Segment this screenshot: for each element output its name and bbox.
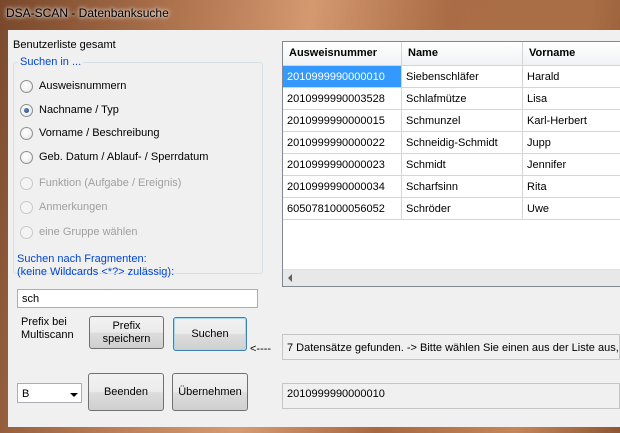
cell-ausweisnummer[interactable]: 2010999990000022 xyxy=(283,132,402,154)
title-bar[interactable]: DSA-SCAN - Datenbanksuche xyxy=(0,0,620,30)
horizontal-scrollbar[interactable] xyxy=(283,269,620,286)
search-input[interactable]: sch xyxy=(17,289,258,308)
radio-vorname-beschreibung-label: Vorname / Beschreibung xyxy=(39,127,160,139)
radio-gruppe-waehlen[interactable]: eine Gruppe wählen xyxy=(20,224,137,240)
cell-ausweisnummer[interactable]: 6050781000056052 xyxy=(283,198,402,220)
search-in-group-title: Suchen in ... xyxy=(18,56,84,68)
table-row[interactable]: 6050781000056052 Schröder Uwe xyxy=(283,198,620,220)
radio-vorname-beschreibung[interactable]: Vorname / Beschreibung xyxy=(20,125,159,141)
cell-name[interactable]: Siebenschläfer xyxy=(402,66,523,88)
table-row[interactable]: 2010999990000034 Scharfsinn Rita xyxy=(283,176,620,198)
table-row[interactable]: 2010999990000015 Schmunzel Karl-Herbert xyxy=(283,110,620,132)
cell-ausweisnummer[interactable]: 2010999990000034 xyxy=(283,176,402,198)
radio-funktion-label: Funktion (Aufgabe / Ereignis) xyxy=(39,177,182,189)
user-list-header: Benutzerliste gesamt xyxy=(13,39,116,51)
radio-nachname-typ[interactable]: Nachname / Typ xyxy=(20,102,119,118)
scroll-left-icon[interactable] xyxy=(288,274,292,282)
wildcards-hint: (keine Wildcards <*?> zulässig): xyxy=(17,266,175,278)
app-window: DSA-SCAN - Datenbanksuche Benutzerliste … xyxy=(0,0,620,433)
cell-name[interactable]: Schneidig-Schmidt xyxy=(402,132,523,154)
cell-vorname[interactable]: Rita xyxy=(523,176,620,198)
status-message: 7 Datensätze gefunden. -> Bitte wählen S… xyxy=(282,334,620,360)
prefix-label-line2: Multiscann xyxy=(21,329,74,341)
cell-name[interactable]: Schröder xyxy=(402,198,523,220)
radio-nachname-typ-label: Nachname / Typ xyxy=(39,104,119,116)
results-grid[interactable]: Ausweisnummer Name Vorname 2010999990000… xyxy=(282,41,620,287)
column-header-vorname[interactable]: Vorname xyxy=(523,42,620,66)
search-button-label: Suchen xyxy=(191,327,229,340)
search-input-value: sch xyxy=(22,293,40,305)
radio-ausweisnummern-label: Ausweisnummern xyxy=(39,80,127,92)
table-row[interactable]: 2010999990000010 Siebenschläfer Harald xyxy=(283,66,620,88)
radio-vorname-beschreibung-indicator[interactable] xyxy=(20,126,33,140)
cell-ausweisnummer[interactable]: 2010999990000023 xyxy=(283,154,402,176)
accept-button[interactable]: Übernehmen xyxy=(172,373,248,411)
dialog-client-area: Benutzerliste gesamt Suchen in ... Auswe… xyxy=(8,30,620,427)
window-title: DSA-SCAN - Datenbanksuche xyxy=(6,6,169,20)
cell-ausweisnummer[interactable]: 2010999990000015 xyxy=(283,110,402,132)
fragments-label: Suchen nach Fragmenten: xyxy=(17,253,147,265)
cell-name[interactable]: Scharfsinn xyxy=(402,176,523,198)
close-button[interactable]: Beenden xyxy=(88,373,164,411)
radio-geb-datum[interactable]: Geb. Datum / Ablauf- / Sperrdatum xyxy=(20,149,208,165)
radio-funktion-indicator[interactable] xyxy=(20,176,33,190)
cell-ausweisnummer[interactable]: 2010999990003528 xyxy=(283,88,402,110)
close-button-label: Beenden xyxy=(103,385,149,398)
accept-button-label: Übernehmen xyxy=(178,385,242,398)
search-button[interactable]: Suchen xyxy=(173,317,247,351)
radio-ausweisnummern-indicator[interactable] xyxy=(20,79,33,93)
radio-anmerkungen[interactable]: Anmerkungen xyxy=(20,199,108,215)
prefix-label-line1: Prefix bei xyxy=(21,316,67,328)
cell-vorname[interactable]: Lisa xyxy=(523,88,620,110)
radio-geb-datum-indicator[interactable] xyxy=(20,150,33,164)
cell-vorname[interactable]: Uwe xyxy=(523,198,620,220)
cell-ausweisnummer[interactable]: 2010999990000010 xyxy=(283,66,402,88)
grid-header: Ausweisnummer Name Vorname xyxy=(283,42,620,66)
radio-gruppe-waehlen-label: eine Gruppe wählen xyxy=(39,226,138,238)
cell-vorname[interactable]: Karl-Herbert xyxy=(523,110,620,132)
selected-id-value: 2010999990000010 xyxy=(287,388,385,400)
column-header-ausweisnummer[interactable]: Ausweisnummer xyxy=(283,42,402,66)
table-row[interactable]: 2010999990000023 Schmidt Jennifer xyxy=(283,154,620,176)
selected-id-field: 2010999990000010 xyxy=(282,383,620,409)
cell-name[interactable]: Schmunzel xyxy=(402,110,523,132)
status-message-text: 7 Datensätze gefunden. -> Bitte wählen S… xyxy=(287,342,620,354)
cell-vorname[interactable]: Jupp xyxy=(523,132,620,154)
cell-vorname[interactable]: Harald xyxy=(523,66,620,88)
radio-ausweisnummern[interactable]: Ausweisnummern xyxy=(20,78,126,94)
table-row[interactable]: 2010999990000022 Schneidig-Schmidt Jupp xyxy=(283,132,620,154)
save-prefix-button-line1: Prefix xyxy=(112,319,141,332)
table-row[interactable]: 2010999990003528 Schlafmütze Lisa xyxy=(283,88,620,110)
prefix-select[interactable]: B xyxy=(17,383,82,403)
grid-body: 2010999990000010 Siebenschläfer Harald 2… xyxy=(283,66,620,220)
chevron-down-icon[interactable] xyxy=(70,393,78,397)
radio-anmerkungen-label: Anmerkungen xyxy=(39,201,108,213)
prefix-select-value: B xyxy=(22,388,30,400)
cell-vorname[interactable]: Jennifer xyxy=(523,154,620,176)
save-prefix-button[interactable]: Prefix speichern xyxy=(89,316,164,349)
radio-anmerkungen-indicator[interactable] xyxy=(20,200,33,214)
cell-name[interactable]: Schlafmütze xyxy=(402,88,523,110)
status-arrow: <---- xyxy=(250,343,272,355)
radio-nachname-typ-indicator[interactable] xyxy=(20,103,33,117)
column-header-name[interactable]: Name xyxy=(402,42,523,66)
cell-name[interactable]: Schmidt xyxy=(402,154,523,176)
save-prefix-button-line2: speichern xyxy=(102,332,151,345)
radio-gruppe-waehlen-indicator[interactable] xyxy=(20,225,33,239)
radio-funktion[interactable]: Funktion (Aufgabe / Ereignis) xyxy=(20,175,181,191)
radio-geb-datum-label: Geb. Datum / Ablauf- / Sperrdatum xyxy=(39,151,209,163)
